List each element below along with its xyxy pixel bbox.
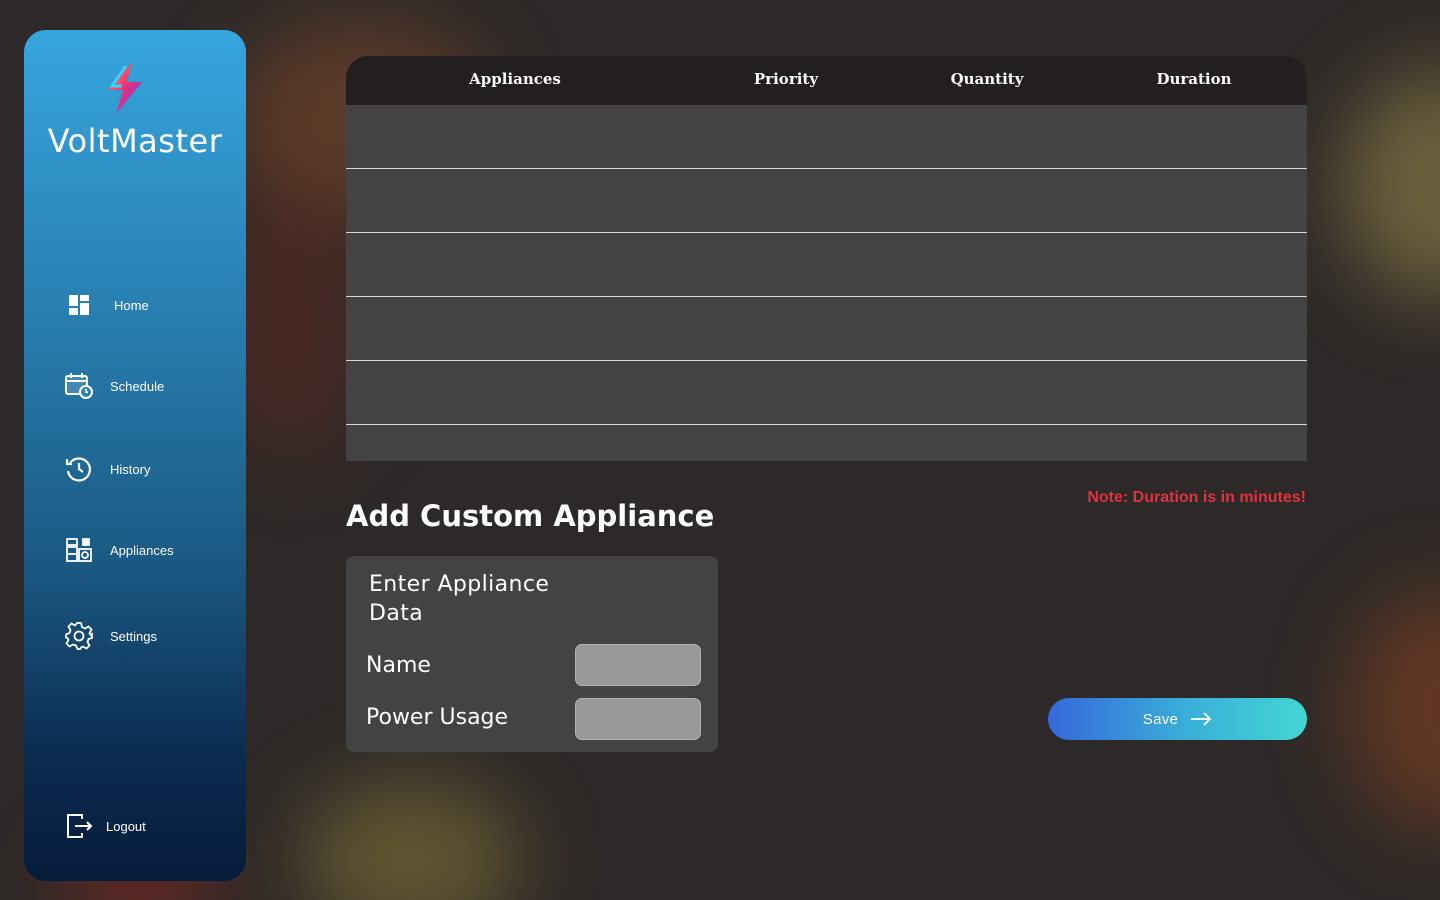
column-header-appliances[interactable]: Appliances — [469, 70, 561, 88]
sidebar-item-label: Home — [114, 297, 149, 313]
save-button[interactable]: Save — [1048, 698, 1307, 740]
appliance-table: Appliances Priority Quantity Duration — [346, 56, 1307, 461]
history-icon — [60, 450, 98, 488]
sidebar: VoltMaster Home Schedule History Applian… — [24, 30, 246, 881]
table-row[interactable] — [346, 361, 1307, 425]
power-usage-field[interactable] — [575, 698, 701, 740]
table-row[interactable] — [346, 105, 1307, 169]
power-usage-label: Power Usage — [366, 705, 509, 730]
appliances-icon — [60, 531, 98, 569]
arrow-right-icon — [1190, 712, 1212, 726]
sidebar-item-history[interactable]: History — [60, 449, 150, 489]
table-header: Appliances Priority Quantity Duration — [346, 56, 1307, 105]
table-row[interactable] — [346, 297, 1307, 361]
sidebar-item-label: History — [110, 461, 151, 477]
brand-name: VoltMaster — [47, 122, 223, 160]
sidebar-item-label: Settings — [110, 628, 157, 644]
logout-label: Logout — [106, 818, 146, 834]
sidebar-item-appliances[interactable]: Appliances — [60, 530, 174, 570]
logout-button[interactable]: Logout — [60, 806, 146, 846]
lightning-bolt-icon — [108, 62, 142, 114]
logout-icon — [60, 807, 98, 845]
sidebar-item-label: Appliances — [110, 542, 174, 558]
gear-icon — [60, 617, 98, 655]
save-label: Save — [1142, 710, 1179, 728]
name-label: Name — [366, 653, 431, 678]
section-title: Add Custom Appliance — [346, 499, 715, 533]
name-field[interactable] — [575, 644, 701, 686]
duration-note: Note: Duration is in minutes! — [1087, 489, 1306, 506]
column-header-quantity[interactable]: Quantity — [951, 70, 1024, 88]
table-row[interactable] — [346, 425, 1307, 461]
column-header-priority[interactable]: Priority — [754, 70, 818, 88]
sidebar-item-schedule[interactable]: Schedule — [60, 366, 164, 406]
table-row[interactable] — [346, 169, 1307, 233]
appliance-form: Enter Appliance Data Name Power Usage — [346, 556, 718, 752]
dashboard-icon — [60, 286, 98, 324]
column-header-duration[interactable]: Duration — [1156, 70, 1231, 88]
calendar-clock-icon — [60, 367, 98, 405]
sidebar-item-home[interactable]: Home — [60, 285, 149, 325]
sidebar-item-settings[interactable]: Settings — [60, 616, 157, 656]
form-title: Enter Appliance Data — [369, 572, 550, 626]
sidebar-item-label: Schedule — [110, 378, 165, 394]
table-row[interactable] — [346, 233, 1307, 297]
